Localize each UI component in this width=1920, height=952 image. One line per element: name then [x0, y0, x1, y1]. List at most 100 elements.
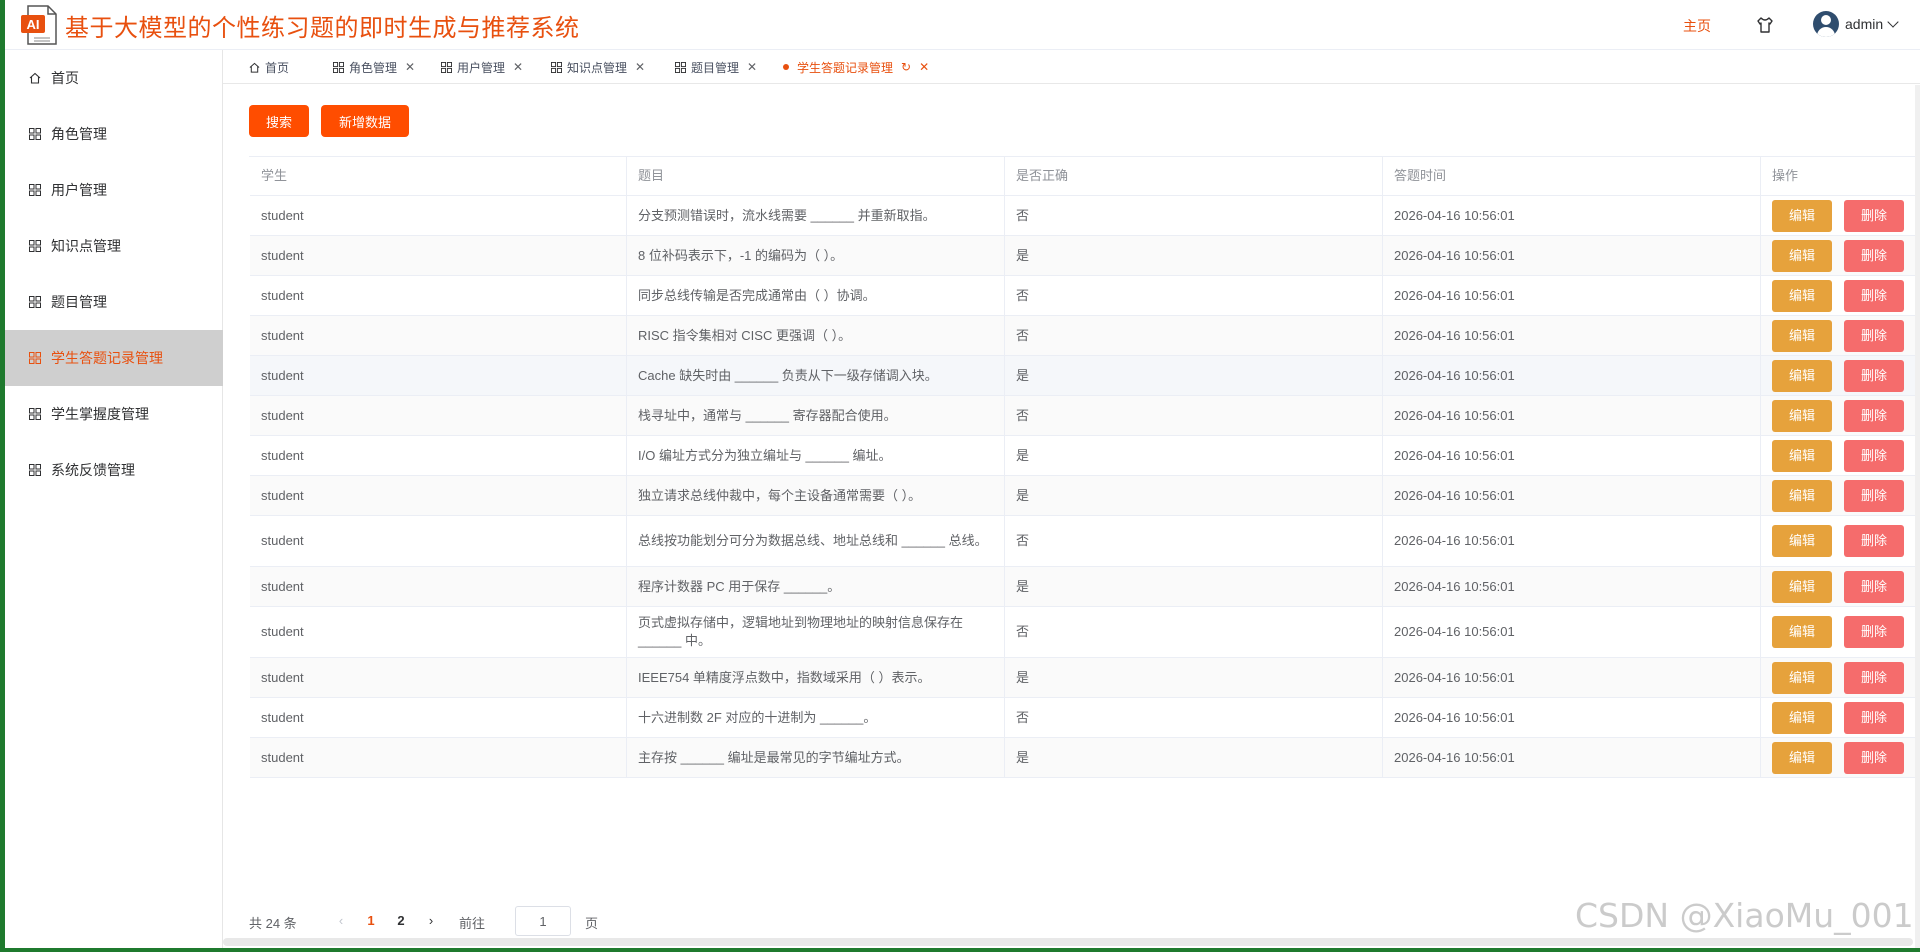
- time-cell: 2026-04-16 10:56:01: [1383, 396, 1761, 435]
- edit-button[interactable]: 编辑: [1772, 479, 1832, 512]
- goto-label: 前往: [459, 916, 486, 931]
- table-row: student 总线按功能划分可分为数据总线、地址总线和 ______ 总线。否 2…: [250, 516, 1917, 567]
- time-cell: 2026-04-16 10:56:01: [1383, 516, 1761, 566]
- delete-button[interactable]: 删除: [1844, 701, 1904, 734]
- time-cell: 2026-04-16 10:56:01: [1383, 567, 1761, 606]
- edit-button[interactable]: 编辑: [1772, 741, 1832, 774]
- delete-button[interactable]: 删除: [1844, 359, 1904, 392]
- page-1[interactable]: 1: [357, 909, 385, 933]
- sidebar-item-label: 首页: [51, 70, 79, 86]
- tab-2[interactable]: 用户管理 ✕: [441, 50, 523, 84]
- delete-button[interactable]: 删除: [1844, 399, 1904, 432]
- refresh-icon[interactable]: ↻: [901, 60, 911, 74]
- actions-cell: 编辑 删除: [1761, 516, 1917, 566]
- edit-button[interactable]: 编辑: [1772, 439, 1832, 472]
- question-cell: 十六进制数 2F 对应的十进制为 ______。: [627, 698, 1005, 737]
- time-cell: 2026-04-16 10:56:01: [1383, 236, 1761, 275]
- correct-cell: 是: [1005, 567, 1383, 606]
- table-row: student 分支预测错误时，流水线需要 ______ 并重新取指。否 2026-…: [250, 196, 1917, 236]
- edit-button[interactable]: 编辑: [1772, 199, 1832, 232]
- actions-cell: 编辑 删除: [1761, 316, 1917, 355]
- correct-cell: 否: [1005, 698, 1383, 737]
- goto-page-input[interactable]: [515, 906, 571, 936]
- tab-5[interactable]: 学生答题记录管理 ↻ ✕: [783, 50, 929, 84]
- actions-cell: 编辑 删除: [1761, 436, 1917, 475]
- chevron-down-icon: [1887, 16, 1899, 28]
- total-count: 共 24 条: [249, 916, 297, 931]
- correct-cell: 否: [1005, 316, 1383, 355]
- correct-cell: 是: [1005, 436, 1383, 475]
- table-row: student 十六进制数 2F 对应的十进制为 ______。否 2026-04-…: [250, 698, 1917, 738]
- close-icon[interactable]: ✕: [635, 60, 645, 74]
- actions-cell: 编辑 删除: [1761, 396, 1917, 435]
- edit-button[interactable]: 编辑: [1772, 661, 1832, 694]
- grid-icon: [29, 408, 41, 420]
- home-icon: [29, 72, 41, 84]
- correct-cell: 是: [1005, 476, 1383, 515]
- next-page-button[interactable]: ›: [419, 909, 443, 933]
- delete-button[interactable]: 删除: [1844, 479, 1904, 512]
- delete-button[interactable]: 删除: [1844, 525, 1904, 557]
- table-row: student RISC 指令集相对 CISC 更强调（ ）。否 2026-04-1…: [250, 316, 1917, 356]
- edit-button[interactable]: 编辑: [1772, 701, 1832, 734]
- edit-button[interactable]: 编辑: [1772, 570, 1832, 603]
- user-menu[interactable]: admin: [1813, 11, 1899, 37]
- student-cell: student: [250, 236, 627, 275]
- theme-shirt-icon[interactable]: [1755, 15, 1775, 35]
- sidebar-item-3[interactable]: 知识点管理: [5, 218, 223, 274]
- delete-button[interactable]: 删除: [1844, 570, 1904, 603]
- edit-button[interactable]: 编辑: [1772, 525, 1832, 557]
- edit-button[interactable]: 编辑: [1772, 279, 1832, 312]
- sidebar-item-6[interactable]: 学生掌握度管理: [5, 386, 223, 442]
- delete-button[interactable]: 删除: [1844, 279, 1904, 312]
- time-cell: 2026-04-16 10:56:01: [1383, 316, 1761, 355]
- page-2[interactable]: 2: [387, 909, 415, 933]
- add-data-button[interactable]: 新增数据: [321, 105, 409, 137]
- time-cell: 2026-04-16 10:56:01: [1383, 196, 1761, 235]
- top-header: AI 基于大模型的个性练习题的即时生成与推荐系统 主页 admin: [5, 0, 1920, 50]
- sidebar-item-label: 知识点管理: [51, 238, 121, 254]
- edit-button[interactable]: 编辑: [1772, 399, 1832, 432]
- app-logo: AI: [21, 5, 57, 45]
- home-link[interactable]: 主页: [1683, 16, 1711, 36]
- delete-button[interactable]: 删除: [1844, 199, 1904, 232]
- tab-label: 知识点管理: [567, 60, 628, 75]
- edit-button[interactable]: 编辑: [1772, 616, 1832, 648]
- close-icon[interactable]: ✕: [747, 60, 757, 74]
- close-icon[interactable]: ✕: [405, 60, 415, 74]
- correct-cell: 是: [1005, 658, 1383, 697]
- time-cell: 2026-04-16 10:56:01: [1383, 607, 1761, 657]
- sidebar-item-7[interactable]: 系统反馈管理: [5, 442, 223, 498]
- sidebar-item-2[interactable]: 用户管理: [5, 162, 223, 218]
- tab-4[interactable]: 题目管理 ✕: [675, 50, 757, 84]
- grid-icon: [551, 61, 562, 73]
- delete-button[interactable]: 删除: [1844, 661, 1904, 694]
- sidebar-item-0[interactable]: 首页: [5, 50, 223, 106]
- tab-1[interactable]: 角色管理 ✕: [333, 50, 415, 84]
- sidebar-item-1[interactable]: 角色管理: [5, 106, 223, 162]
- edit-button[interactable]: 编辑: [1772, 239, 1832, 272]
- edit-button[interactable]: 编辑: [1772, 319, 1832, 352]
- time-cell: 2026-04-16 10:56:01: [1383, 276, 1761, 315]
- delete-button[interactable]: 删除: [1844, 239, 1904, 272]
- sidebar-item-label: 系统反馈管理: [51, 462, 135, 478]
- search-button[interactable]: 搜索: [249, 105, 309, 137]
- question-cell: 同步总线传输是否完成通常由（ ）协调。: [627, 276, 1005, 315]
- edit-button[interactable]: 编辑: [1772, 359, 1832, 392]
- delete-button[interactable]: 删除: [1844, 616, 1904, 648]
- sidebar-item-label: 题目管理: [51, 294, 107, 310]
- sidebar-item-5[interactable]: 学生答题记录管理: [5, 330, 223, 386]
- grid-icon: [29, 296, 41, 308]
- tab-label: 首页: [265, 60, 290, 75]
- tab-3[interactable]: 知识点管理 ✕: [551, 50, 645, 84]
- delete-button[interactable]: 删除: [1844, 439, 1904, 472]
- vertical-scrollbar[interactable]: [1915, 85, 1920, 948]
- tab-0[interactable]: 首页: [249, 50, 289, 84]
- prev-page-button[interactable]: ‹: [329, 909, 353, 933]
- horizontal-scrollbar[interactable]: [223, 938, 1913, 946]
- close-icon[interactable]: ✕: [919, 60, 929, 74]
- close-icon[interactable]: ✕: [513, 60, 523, 74]
- delete-button[interactable]: 删除: [1844, 319, 1904, 352]
- sidebar-item-4[interactable]: 题目管理: [5, 274, 223, 330]
- delete-button[interactable]: 删除: [1844, 741, 1904, 774]
